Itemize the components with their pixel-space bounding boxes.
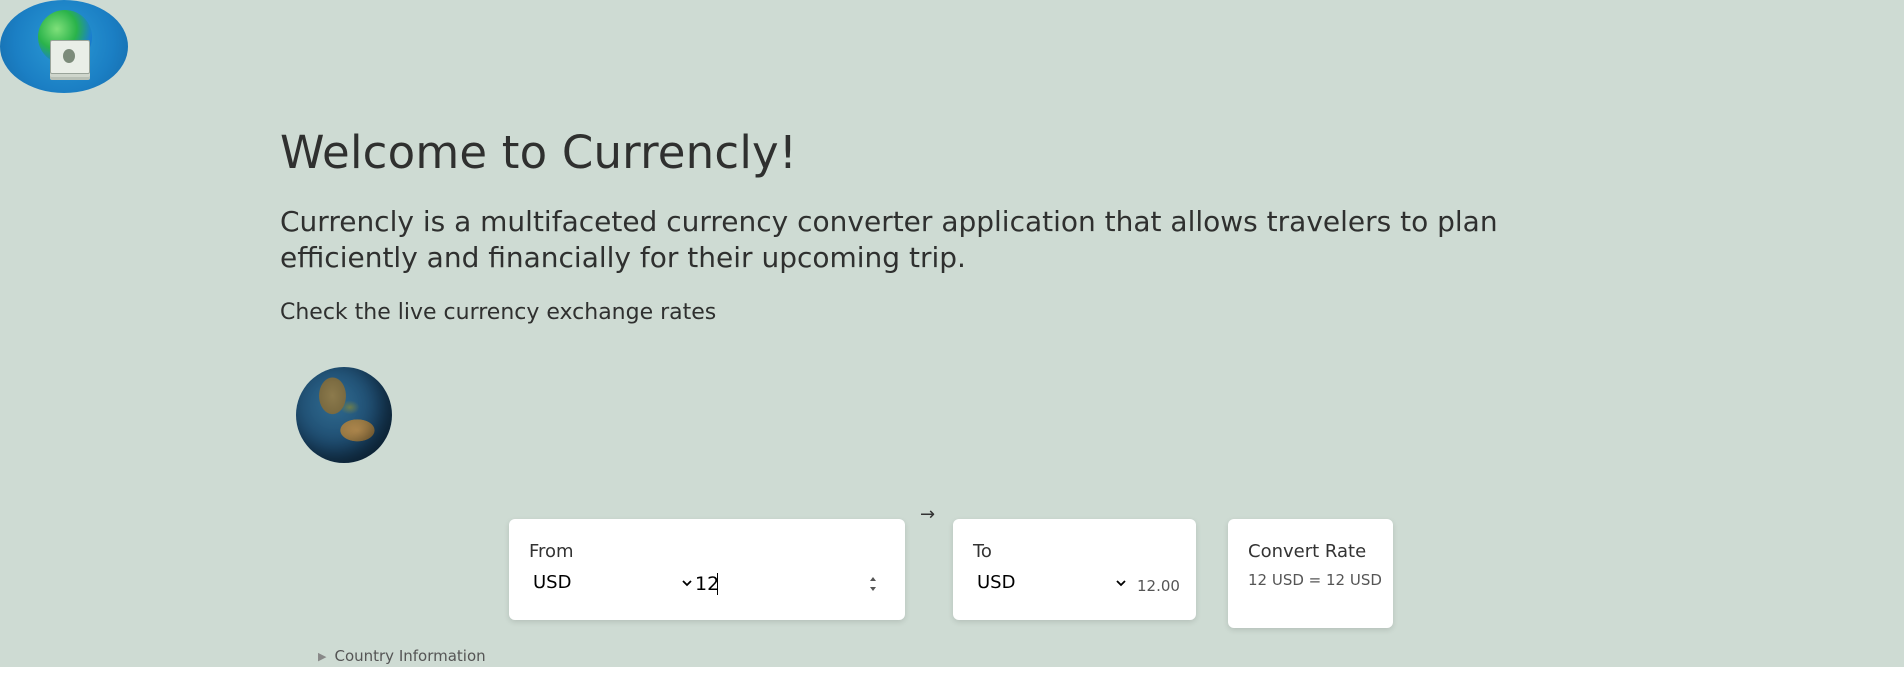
from-currency-card: From USD [509, 519, 905, 620]
from-currency-value: USD [533, 572, 572, 593]
amount-input[interactable] [695, 571, 855, 597]
exchange-rates-heading: Check the live currency exchange rates [280, 300, 717, 325]
from-currency-select[interactable]: USD [533, 572, 693, 593]
convert-rate-card: Convert Rate 12 USD = 12 USD [1228, 519, 1393, 628]
to-currency-select[interactable]: USD [977, 572, 1127, 593]
convert-rate-label: Convert Rate [1248, 541, 1367, 562]
chevron-down-icon [1116, 579, 1126, 586]
converted-amount: 12.00 [1137, 577, 1180, 595]
app-description: Currencly is a multifaceted currency con… [280, 205, 1498, 274]
from-label: From [529, 541, 574, 562]
page-background [0, 0, 1904, 667]
to-label: To [973, 541, 992, 562]
to-currency-value: USD [977, 572, 1016, 593]
country-information-toggle[interactable]: ▶ Country Information [318, 647, 486, 665]
conversion-arrow: → [920, 504, 936, 525]
money-globe-logo-icon [0, 0, 128, 93]
text-caret [717, 573, 718, 595]
to-currency-card: To USD 12.00 [953, 519, 1196, 620]
convert-rate-text: 12 USD = 12 USD [1248, 571, 1382, 589]
chevron-down-icon [682, 579, 692, 586]
number-spinner[interactable] [867, 572, 879, 596]
disclosure-triangle-icon: ▶ [318, 649, 327, 663]
logo-banknote-icon [50, 40, 90, 74]
country-information-label: Country Information [334, 647, 486, 665]
page-title: Welcome to Currencly! [280, 126, 798, 179]
earth-globe-icon [296, 367, 392, 463]
